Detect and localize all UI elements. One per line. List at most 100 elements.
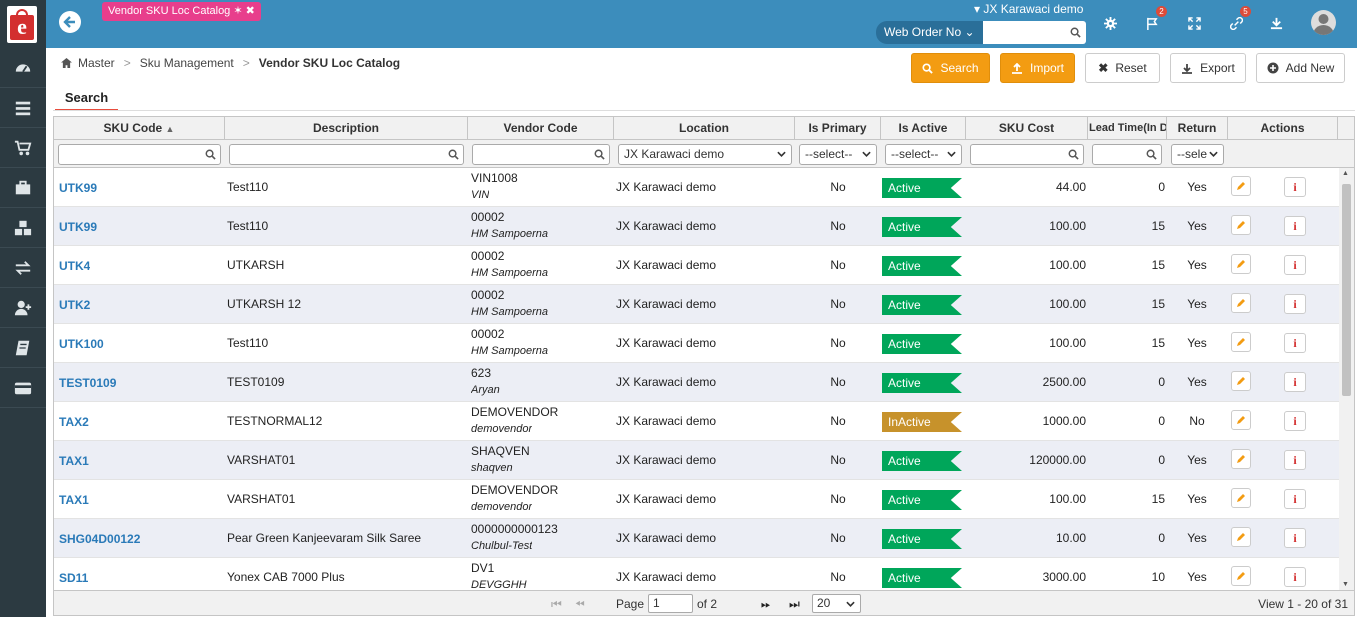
- search-button[interactable]: Search: [911, 53, 990, 83]
- first-page-icon[interactable]: ⏮︎: [551, 597, 562, 612]
- column-header-location[interactable]: Location: [614, 117, 795, 140]
- info-button[interactable]: i: [1284, 333, 1306, 353]
- dashboard-icon[interactable]: [0, 49, 46, 88]
- user-avatar[interactable]: [1311, 10, 1336, 35]
- info-button[interactable]: i: [1284, 528, 1306, 548]
- table-row[interactable]: UTK99 Test110 VIN1008 VIN JX Karawaci demo No…: [54, 168, 1339, 207]
- sku-code-link[interactable]: UTK2: [59, 298, 90, 312]
- edit-button[interactable]: [1231, 449, 1251, 469]
- column-header-primary[interactable]: Is Primary: [795, 117, 881, 140]
- user-plus-icon[interactable]: [0, 289, 46, 328]
- primary-filter-select[interactable]: --select--: [799, 144, 877, 165]
- edit-button[interactable]: [1231, 371, 1251, 391]
- sku-code-link[interactable]: UTK100: [59, 337, 104, 351]
- flag-icon[interactable]: 2: [1141, 6, 1167, 34]
- edit-button[interactable]: [1231, 254, 1251, 274]
- location-filter-select[interactable]: JX Karawaci demo: [618, 144, 792, 165]
- active-filter-select[interactable]: --select--: [885, 144, 962, 165]
- table-row[interactable]: UTK4 UTKARSH 00002 HM Sampoerna JX Karawaci …: [54, 246, 1339, 285]
- search-icon[interactable]: [1070, 27, 1081, 38]
- column-header-description[interactable]: Description: [225, 117, 468, 140]
- scrollbar-thumb[interactable]: [1342, 184, 1351, 396]
- vendor-filter-input[interactable]: [472, 144, 610, 165]
- info-button[interactable]: i: [1284, 294, 1306, 314]
- table-row[interactable]: UTK100 Test110 00002 HM Sampoerna JX Karawac…: [54, 324, 1339, 363]
- column-header-vendor[interactable]: Vendor Code: [468, 117, 614, 140]
- add-new-button[interactable]: Add New: [1256, 53, 1345, 83]
- reset-button[interactable]: ✖ Reset: [1085, 53, 1160, 83]
- edit-button[interactable]: [1231, 293, 1251, 313]
- cart-icon[interactable]: [0, 129, 46, 168]
- last-page-icon[interactable]: ⏭︎: [789, 597, 800, 612]
- info-button[interactable]: i: [1284, 489, 1306, 509]
- exchange-icon[interactable]: [0, 249, 46, 288]
- lead-time-filter-input[interactable]: [1092, 144, 1162, 165]
- edit-button[interactable]: [1231, 410, 1251, 430]
- sku-filter-input[interactable]: [58, 144, 221, 165]
- sku-code-link[interactable]: UTK99: [59, 181, 97, 195]
- edit-button[interactable]: [1231, 527, 1251, 547]
- column-header-sku[interactable]: SKU Code ▲︎: [54, 117, 225, 140]
- page-number-input[interactable]: 1: [648, 594, 693, 613]
- sku-code-link[interactable]: SD11: [59, 571, 88, 585]
- edit-button[interactable]: [1231, 566, 1251, 586]
- description-filter-input[interactable]: [229, 144, 464, 165]
- active-tab-pill[interactable]: Vendor SKU Loc Catalog ✶ ✖: [102, 2, 261, 21]
- book-icon[interactable]: [0, 329, 46, 368]
- sku-code-link[interactable]: TAX2: [59, 415, 89, 429]
- next-page-icon[interactable]: ⏩︎: [761, 597, 771, 612]
- prev-page-icon[interactable]: ⏪︎: [575, 597, 585, 612]
- cost-filter-input[interactable]: [970, 144, 1084, 165]
- sku-code-link[interactable]: TAX1: [59, 454, 89, 468]
- return-filter-select[interactable]: --sele: [1171, 144, 1224, 165]
- info-button[interactable]: i: [1284, 567, 1306, 587]
- table-row[interactable]: SD11 Yonex CAB 7000 Plus DV1 DEVGGHH JX Kara…: [54, 558, 1339, 590]
- location-indicator[interactable]: ▾ JX Karawaci demo: [974, 2, 1083, 16]
- close-icon[interactable]: ✖: [246, 5, 255, 17]
- back-arrow-icon[interactable]: [59, 11, 81, 33]
- breadcrumb-home[interactable]: Master: [78, 56, 115, 70]
- edit-button[interactable]: [1231, 215, 1251, 235]
- link-icon[interactable]: 5: [1225, 6, 1251, 34]
- briefcase-icon[interactable]: [0, 169, 46, 208]
- import-button[interactable]: Import: [1000, 53, 1075, 83]
- download-icon[interactable]: [1265, 12, 1287, 34]
- edit-button[interactable]: [1231, 332, 1251, 352]
- info-button[interactable]: i: [1284, 255, 1306, 275]
- export-button[interactable]: Export: [1170, 53, 1246, 83]
- edit-button[interactable]: [1231, 176, 1251, 196]
- scroll-down-arrow-icon[interactable]: ▼: [1342, 581, 1349, 588]
- info-button[interactable]: i: [1284, 216, 1306, 236]
- table-row[interactable]: UTK2 UTKARSH 12 00002 HM Sampoerna JX Karawa…: [54, 285, 1339, 324]
- table-row[interactable]: TAX1 VARSHAT01 DEMOVENDOR demovendor JX Kara…: [54, 480, 1339, 519]
- home-icon[interactable]: [61, 58, 72, 68]
- sku-code-link[interactable]: TAX1: [59, 493, 89, 507]
- scroll-up-arrow-icon[interactable]: ▲: [1342, 170, 1349, 177]
- column-header-lead-time[interactable]: Lead Time(In Da: [1088, 117, 1167, 140]
- info-button[interactable]: i: [1284, 450, 1306, 470]
- sort-icon[interactable]: ▲︎: [166, 124, 175, 134]
- table-row[interactable]: TAX1 VARSHAT01 SHAQVEN shaqven JX Karawaci d…: [54, 441, 1339, 480]
- web-order-input[interactable]: [982, 21, 1086, 44]
- list-icon[interactable]: [0, 89, 46, 128]
- tab-search[interactable]: Search: [55, 88, 118, 111]
- table-row[interactable]: TAX2 TESTNORMAL12 DEMOVENDOR demovendor JX K…: [54, 402, 1339, 441]
- info-button[interactable]: i: [1284, 372, 1306, 392]
- column-header-return[interactable]: Return: [1167, 117, 1228, 140]
- sku-code-link[interactable]: UTK4: [59, 259, 90, 273]
- app-logo[interactable]: e: [7, 6, 37, 43]
- edit-button[interactable]: [1231, 488, 1251, 508]
- column-header-cost[interactable]: SKU Cost: [966, 117, 1088, 140]
- info-button[interactable]: i: [1284, 177, 1306, 197]
- table-row[interactable]: UTK99 Test110 00002 HM Sampoerna JX Karawaci…: [54, 207, 1339, 246]
- page-size-select[interactable]: 20: [812, 594, 861, 613]
- cubes-icon[interactable]: [0, 209, 46, 248]
- table-row[interactable]: TEST0109 TEST0109 623 Aryan JX Karawaci demo…: [54, 363, 1339, 402]
- sku-code-link[interactable]: SHG04D00122: [59, 532, 140, 546]
- breadcrumb-section[interactable]: Sku Management: [140, 56, 234, 70]
- column-header-active[interactable]: Is Active: [881, 117, 966, 140]
- settings-cog-icon[interactable]: [1099, 12, 1121, 34]
- sku-code-link[interactable]: UTK99: [59, 220, 97, 234]
- pin-icon[interactable]: ✶: [233, 5, 242, 17]
- vertical-scrollbar[interactable]: ▲ ▼: [1339, 168, 1354, 590]
